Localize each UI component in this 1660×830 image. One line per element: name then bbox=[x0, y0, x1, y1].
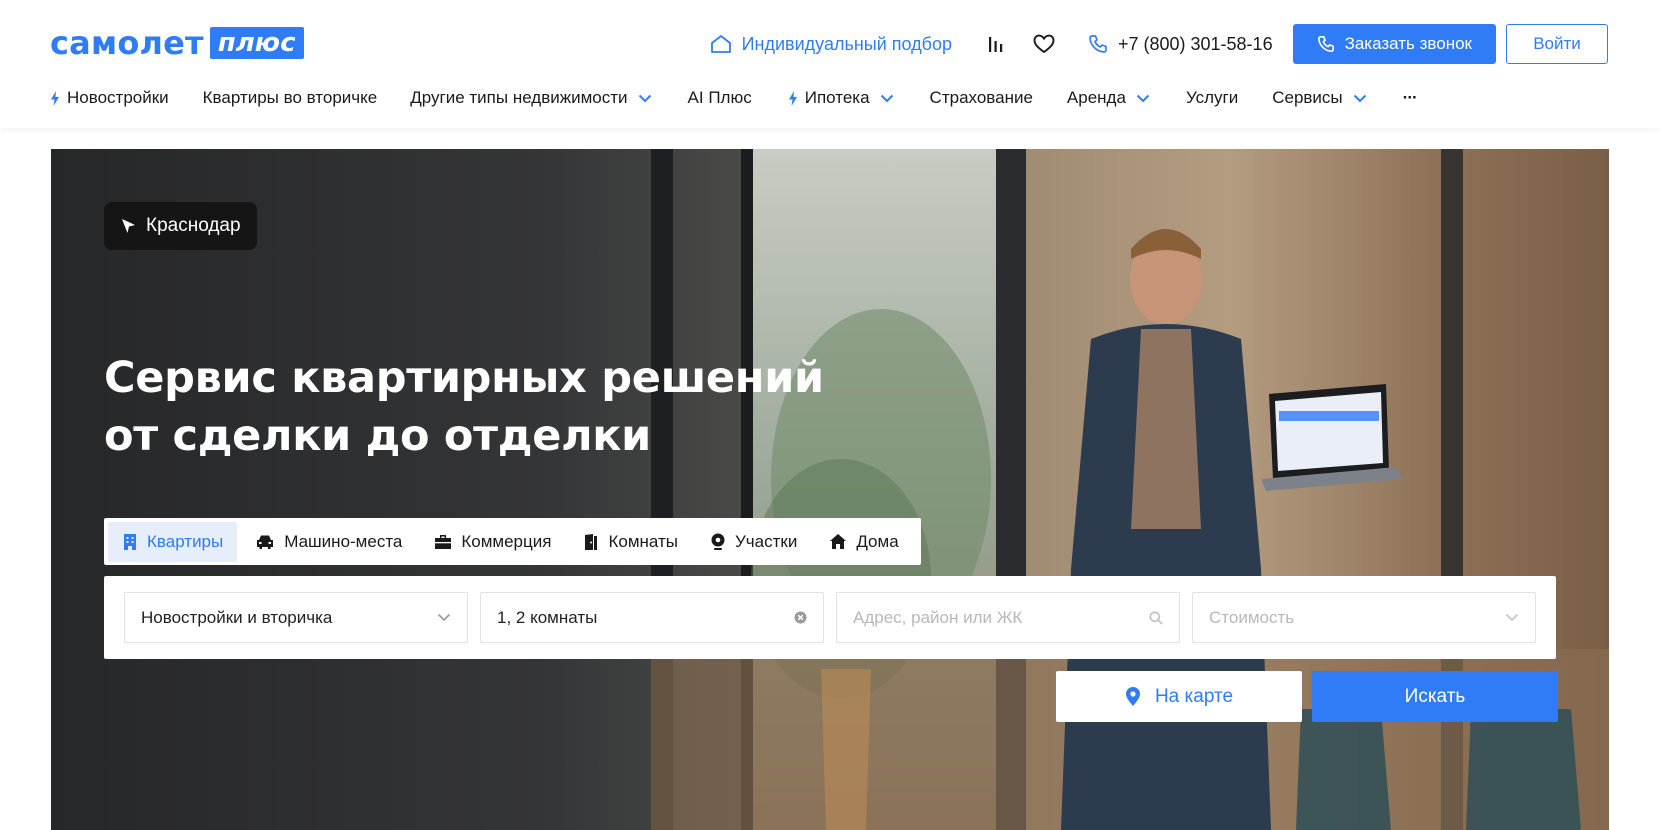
main-nav: Новостройки Квартиры во вторичке Другие … bbox=[50, 84, 1418, 112]
compare-button[interactable] bbox=[982, 30, 1010, 58]
tab-label: Дома bbox=[856, 531, 899, 551]
nav-more-button[interactable]: ··· bbox=[1403, 88, 1418, 108]
listing-type-value: Новостройки и вторичка bbox=[141, 607, 333, 627]
property-type-tabs: Квартиры Машино-места Коммерция Комнаты … bbox=[104, 518, 921, 565]
logo[interactable]: самолет плюс bbox=[50, 26, 304, 60]
hero-banner: Краснодар Сервис квартирных решений от с… bbox=[51, 149, 1609, 830]
logo-plus-badge: плюс bbox=[209, 27, 304, 59]
nav-item-insurance[interactable]: Страхование bbox=[930, 88, 1033, 108]
address-placeholder: Адрес, район или ЖК bbox=[853, 607, 1023, 627]
tab-label: Участки bbox=[735, 531, 798, 551]
nav-item-label: Новостройки bbox=[67, 88, 169, 107]
nav-item-tools[interactable]: Сервисы bbox=[1272, 88, 1366, 108]
building-icon bbox=[124, 533, 136, 550]
car-icon bbox=[257, 535, 274, 549]
phone-icon bbox=[1317, 35, 1334, 53]
compare-icon bbox=[988, 37, 1003, 52]
clear-icon[interactable] bbox=[794, 611, 807, 624]
hero-background-image bbox=[51, 149, 1609, 830]
chevron-down-icon bbox=[638, 94, 651, 102]
search-form: Новостройки и вторичка 1, 2 комнаты Адре… bbox=[104, 576, 1556, 659]
search-button[interactable]: Искать bbox=[1312, 671, 1558, 722]
hero-title: Сервис квартирных решений от сделки до о… bbox=[104, 349, 884, 465]
request-call-button[interactable]: Заказать звонок bbox=[1292, 24, 1496, 64]
address-search-input[interactable]: Адрес, район или ЖК bbox=[836, 592, 1180, 643]
bolt-icon bbox=[51, 90, 59, 106]
price-placeholder: Стоимость bbox=[1209, 607, 1295, 627]
city-selector[interactable]: Краснодар bbox=[104, 202, 257, 250]
nav-item-label: Другие типы недвижимости bbox=[410, 88, 628, 107]
nav-item-ai-plus[interactable]: AI Плюс bbox=[688, 88, 752, 108]
chevron-down-icon bbox=[1136, 94, 1150, 102]
chevron-down-icon bbox=[1505, 613, 1519, 622]
house-outline-icon bbox=[710, 35, 731, 53]
nav-item-label: AI Плюс bbox=[687, 88, 752, 107]
nav-item-label: Услуги bbox=[1185, 88, 1239, 107]
city-label: Краснодар bbox=[146, 215, 241, 236]
favorites-button[interactable] bbox=[1030, 30, 1058, 58]
rooms-value: 1, 2 комнаты bbox=[497, 607, 598, 627]
nav-item-other-types[interactable]: Другие типы недвижимости bbox=[410, 88, 651, 108]
header-actions: Индивидуальный подбор +7 (800) 301-58-16… bbox=[710, 24, 1608, 64]
tab-houses[interactable]: Дома bbox=[815, 522, 912, 562]
nav-item-label: Ипотека bbox=[804, 88, 870, 107]
location-pin-icon bbox=[711, 533, 725, 550]
tab-commercial[interactable]: Коммерция bbox=[420, 522, 565, 562]
nav-item-secondary[interactable]: Квартиры во вторичке bbox=[203, 88, 378, 108]
map-pin-icon bbox=[1125, 686, 1140, 706]
nav-item-mortgage[interactable]: Ипотека bbox=[788, 88, 894, 108]
individual-selection-link[interactable]: Индивидуальный подбор bbox=[710, 34, 952, 55]
tab-label: Машино-места bbox=[284, 531, 403, 551]
tab-label: Комнаты bbox=[608, 531, 678, 551]
search-icon bbox=[1149, 611, 1163, 625]
chevron-down-icon bbox=[437, 613, 451, 622]
hero-title-line: Сервис квартирных решений bbox=[104, 353, 824, 403]
nav-item-services[interactable]: Услуги bbox=[1186, 88, 1238, 108]
heart-icon bbox=[1033, 34, 1055, 54]
location-arrow-icon bbox=[122, 219, 135, 233]
tab-apartments[interactable]: Квартиры bbox=[108, 521, 238, 562]
nav-item-label: Сервисы bbox=[1272, 88, 1343, 107]
individual-selection-label: Индивидуальный подбор bbox=[741, 33, 952, 54]
hero-title-line: от сделки до отделки bbox=[104, 411, 651, 461]
nav-item-label: Аренда bbox=[1066, 88, 1126, 107]
phone-icon bbox=[1089, 35, 1107, 53]
listing-type-select[interactable]: Новостройки и вторичка bbox=[124, 592, 468, 643]
logo-word: самолет bbox=[50, 24, 204, 62]
nav-item-label: Страхование bbox=[929, 88, 1033, 107]
tab-parking[interactable]: Машино-места bbox=[241, 522, 416, 562]
tab-rooms[interactable]: Комнаты bbox=[569, 522, 692, 562]
nav-item-label: Квартиры во вторичке bbox=[202, 88, 378, 107]
site-header: самолет плюс Индивидуальный подбор +7 (8… bbox=[0, 0, 1660, 128]
login-button[interactable]: Войти bbox=[1506, 24, 1608, 64]
chevron-down-icon bbox=[1353, 94, 1366, 102]
price-select[interactable]: Стоимость bbox=[1192, 592, 1536, 643]
show-on-map-button[interactable]: На карте bbox=[1056, 671, 1302, 722]
rooms-field[interactable]: 1, 2 комнаты bbox=[480, 592, 824, 643]
request-call-label: Заказать звонок bbox=[1344, 34, 1472, 53]
briefcase-icon bbox=[435, 534, 452, 549]
bolt-icon bbox=[788, 90, 797, 106]
phone-number: +7 (800) 301-58-16 bbox=[1117, 33, 1273, 54]
nav-item-rent[interactable]: Аренда bbox=[1067, 88, 1150, 108]
door-icon bbox=[585, 533, 598, 550]
chevron-down-icon bbox=[880, 94, 893, 102]
show-on-map-label: На карте bbox=[1154, 685, 1234, 707]
house-icon bbox=[830, 534, 847, 549]
tab-label: Квартиры bbox=[147, 531, 224, 551]
phone-link[interactable]: +7 (800) 301-58-16 bbox=[1088, 34, 1273, 55]
tab-label: Коммерция bbox=[461, 531, 552, 551]
tab-land[interactable]: Участки bbox=[696, 522, 811, 562]
nav-item-novostroyki[interactable]: Новостройки bbox=[50, 88, 169, 108]
